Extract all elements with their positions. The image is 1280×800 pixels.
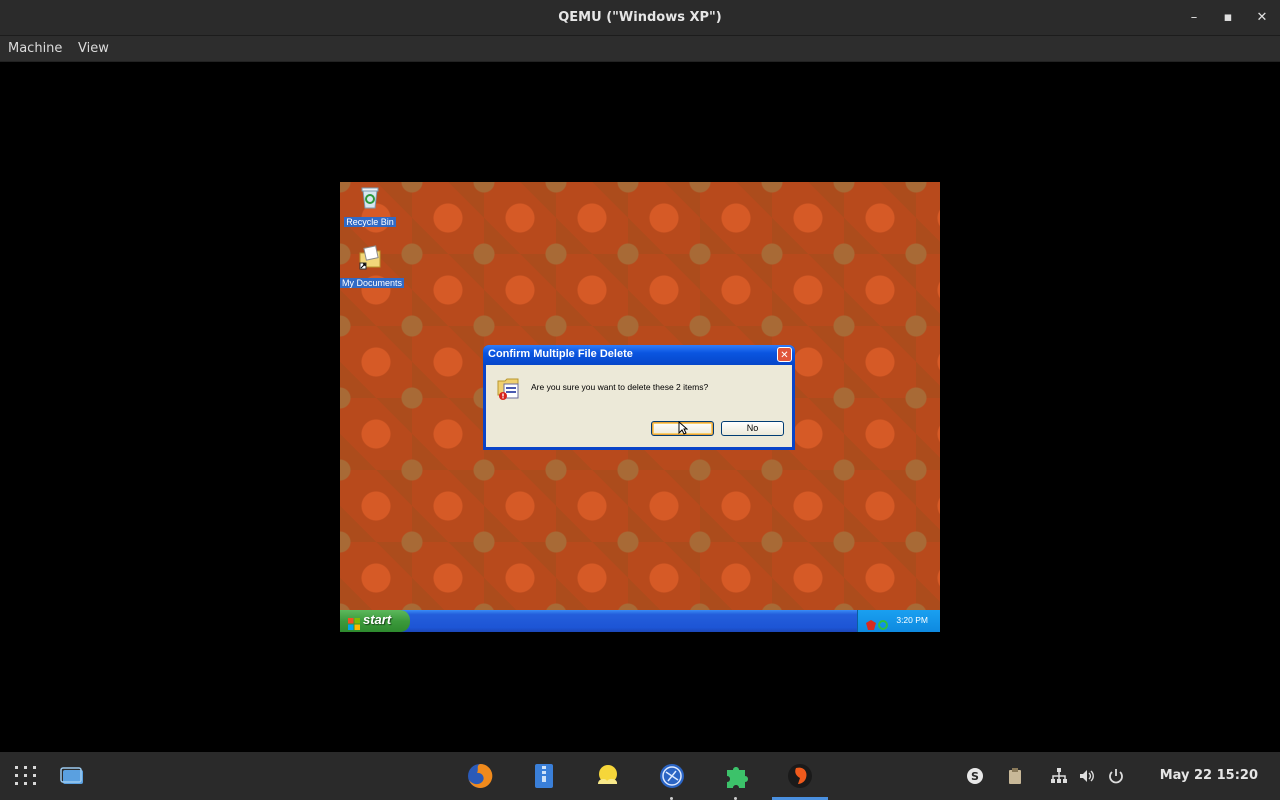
desktop-icon-recycle-bin[interactable]: Recycle Bin <box>340 184 400 229</box>
desktop-icon-label: Recycle Bin <box>344 217 396 227</box>
power-icon[interactable] <box>1107 767 1125 785</box>
dialog-message: Are you sure you want to delete these 2 … <box>531 382 709 392</box>
confirm-delete-dialog: Confirm Multiple File Delete ✕ Are you s… <box>483 345 795 450</box>
xp-taskbar: start 3:20 PM <box>340 610 940 632</box>
volume-icon[interactable] <box>1078 767 1096 785</box>
dialog-titlebar: Confirm Multiple File Delete ✕ <box>483 345 795 365</box>
host-clock[interactable]: May 22 15:20 <box>1160 752 1258 800</box>
qemu-icon[interactable] <box>786 762 814 790</box>
recycle-bin-icon <box>357 184 383 210</box>
dialog-body: Are you sure you want to delete these 2 … <box>486 365 792 447</box>
start-label: start <box>363 612 392 627</box>
maximize-button[interactable]: ▪ <box>1219 9 1237 27</box>
menubar: Machine View <box>0 36 1280 62</box>
host-panel: S May 22 15:20 <box>0 752 1280 800</box>
delete-files-icon <box>496 375 522 401</box>
skype-icon[interactable]: S <box>966 767 984 785</box>
update-icon[interactable] <box>878 615 888 630</box>
globe-icon[interactable] <box>658 762 686 790</box>
files-icon[interactable] <box>530 762 558 790</box>
mouse-cursor <box>678 420 689 439</box>
windows-logo-icon <box>348 615 360 630</box>
no-button[interactable]: No <box>721 421 784 436</box>
menu-view[interactable]: View <box>78 36 109 62</box>
menu-machine[interactable]: Machine <box>8 36 62 62</box>
network-icon[interactable] <box>1050 767 1068 785</box>
dialog-close-button[interactable]: ✕ <box>777 347 792 362</box>
svg-text:S: S <box>971 770 979 783</box>
dialog-title: Confirm Multiple File Delete <box>488 348 633 360</box>
window-title: QEMU ("Windows XP") <box>558 10 722 25</box>
xp-system-tray: 3:20 PM <box>857 610 940 632</box>
my-documents-icon <box>357 245 383 271</box>
security-alert-icon[interactable] <box>866 615 876 630</box>
clipboard-icon[interactable] <box>1006 767 1024 785</box>
guest-screen[interactable]: Recycle Bin My Documents Confirm Multipl… <box>340 182 940 632</box>
firefox-icon[interactable] <box>466 762 494 790</box>
minimize-button[interactable]: – <box>1185 9 1203 27</box>
weather-icon[interactable] <box>594 762 622 790</box>
app-grid-icon[interactable] <box>12 762 40 790</box>
desktop-icon-label: My Documents <box>340 278 405 288</box>
puzzle-icon[interactable] <box>722 762 750 790</box>
close-button[interactable]: ✕ <box>1253 9 1271 27</box>
window-titlebar: QEMU ("Windows XP") – ▪ ✕ <box>0 0 1280 36</box>
start-button[interactable]: start <box>340 610 410 632</box>
desktop-icon-my-documents[interactable]: My Documents <box>340 245 405 290</box>
window-switcher-icon[interactable] <box>58 762 86 790</box>
xp-clock: 3:20 PM <box>896 615 928 625</box>
